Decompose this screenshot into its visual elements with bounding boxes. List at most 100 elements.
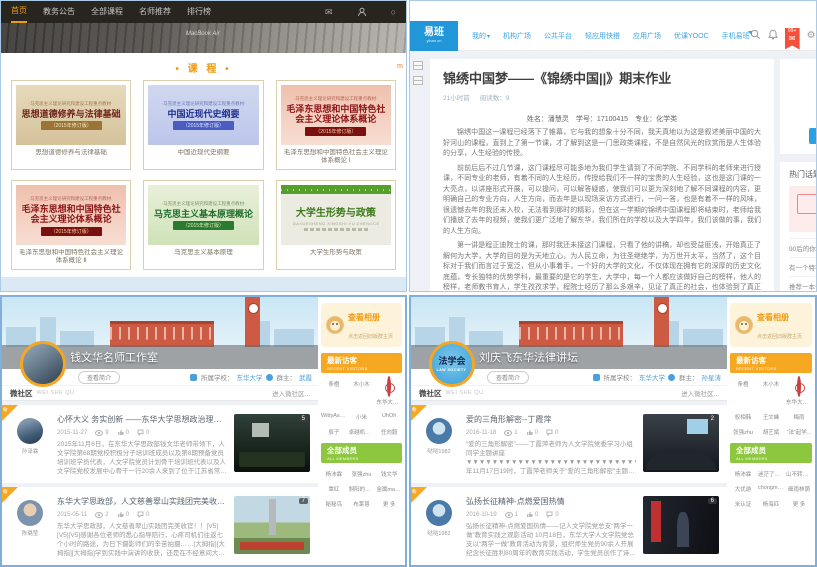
visitor-item[interactable]: 权相韩: [730, 411, 756, 421]
member-item[interactable]: 钱文华: [376, 468, 402, 478]
post-thumbnail[interactable]: 6: [643, 496, 719, 554]
hot-topic-item[interactable]: 推荐一本书，一下子就...: [789, 276, 817, 292]
visitor-item[interactable]: 小米: [349, 411, 375, 421]
bell-icon[interactable]: [768, 27, 778, 45]
more-link[interactable]: m: [397, 63, 403, 70]
author-avatar[interactable]: [426, 500, 452, 526]
view-intro-button[interactable]: 查看简介: [78, 371, 120, 384]
visitor-item[interactable]: 胡艺斌: [758, 426, 784, 436]
visitor-item[interactable]: 东华大学公...: [786, 378, 812, 406]
nav-app-square[interactable]: 应用广场: [633, 31, 661, 41]
nav-all-courses[interactable]: 全部课程: [91, 2, 123, 22]
nav-mobile-yiban[interactable]: 手机易班: [722, 31, 750, 41]
author-name[interactable]: 哒哒1982: [419, 447, 459, 455]
course-card[interactable]: ·马克思主义理论研究和建设工程重点教材· 马克思主义基本原理概论 （2015年修…: [143, 180, 263, 270]
course-card[interactable]: ·马克思主义理论研究和建设工程重点教材· 毛泽东思想和中国特色社会主义理论体系概…: [276, 80, 396, 170]
visitor-item[interactable]: UhOh: [376, 411, 402, 421]
group-avatar[interactable]: 法学会 LAW SOCIETY: [429, 341, 475, 387]
yiban-logo[interactable]: 易班 yiban.cn: [410, 21, 458, 51]
member-item[interactable]: 斜阳的阳光: [349, 483, 375, 493]
post-title[interactable]: 心怀大义 务实创新 ——东华大学思想政治理论实践教育活动: [57, 414, 227, 425]
nav-yooc[interactable]: 优课YOOC: [674, 31, 709, 41]
comment-count[interactable]: 0: [137, 429, 149, 436]
visitor-item[interactable]: 梅雨: [786, 411, 812, 421]
member-item[interactable]: 杨沛霖: [730, 468, 756, 478]
member-item[interactable]: 覃红: [321, 483, 347, 493]
user-icon[interactable]: [357, 7, 367, 17]
mail-icon[interactable]: ✉: [325, 7, 333, 18]
nav-light-apps[interactable]: 轻应用快搭: [585, 31, 620, 41]
author-avatar[interactable]: [17, 418, 43, 444]
like-count[interactable]: 0: [117, 511, 129, 518]
post-thumbnail[interactable]: 7: [234, 496, 310, 554]
nav-ranking[interactable]: 排行榜: [187, 2, 211, 22]
message-ribbon-icon[interactable]: 99+ ✉: [785, 28, 800, 50]
author-name[interactable]: 陈璐莹: [10, 529, 50, 537]
visitor-item[interactable]: 木小木: [349, 378, 375, 406]
comment-count[interactable]: 0: [137, 511, 149, 518]
nav-mine[interactable]: 我的: [472, 31, 490, 41]
course-card[interactable]: ·马克思主义理论研究和建设工程重点教材· 思想道德修养与法律基础 （2015年修…: [11, 80, 131, 170]
post-thumbnail[interactable]: 5: [234, 414, 310, 472]
visitor-item[interactable]: 张强zhu: [730, 426, 756, 436]
visitor-item[interactable]: 条橙: [321, 378, 347, 406]
comment-count[interactable]: 0: [546, 429, 558, 436]
visitor-item[interactable]: 东华大学公...: [376, 378, 402, 406]
comment-count[interactable]: 0: [546, 511, 558, 518]
post-title[interactable]: 东华大学思政部，人文慈善翠山实践团完美收官！！: [57, 496, 227, 507]
course-card[interactable]: ·马克思主义理论研究和建设工程重点教材· 毛泽东思想和中国特色社会主义理论体系概…: [11, 180, 131, 270]
enter-community-link[interactable]: 进入微社区...: [272, 388, 310, 398]
post-title[interactable]: 爱的三角形解密--丁霞萍: [466, 414, 636, 425]
member-item[interactable]: 布莱恩: [349, 498, 375, 508]
post-thumbnail[interactable]: 2: [643, 414, 719, 472]
feedback-icon[interactable]: [413, 76, 423, 85]
hot-topic-item[interactable]: 90后的你开始脱发再生...: [789, 238, 817, 257]
author-name[interactable]: 哒哒1982: [419, 529, 459, 537]
visitor-item[interactable]: WittyAsYou: [321, 411, 347, 421]
course-card[interactable]: ·马克思主义理论研究和建设工程重点教材· 中国近现代史纲要 （2015年修订版）…: [143, 80, 263, 170]
like-count[interactable]: 0: [526, 511, 538, 518]
hot-topic-item[interactable]: 有一个特有的地方是什么...: [789, 257, 817, 276]
like-count[interactable]: 0: [526, 429, 538, 436]
gear-icon[interactable]: ⚙: [807, 31, 816, 41]
nav-announcements[interactable]: 教务公告: [43, 2, 75, 22]
member-item[interactable]: 迷茫了无痕: [758, 468, 784, 478]
nav-home[interactable]: 首页: [11, 1, 27, 23]
visitor-item[interactable]: “法”起学...: [786, 426, 812, 436]
group-avatar[interactable]: [20, 341, 66, 387]
member-item[interactable]: 杨沛霖: [321, 468, 347, 478]
school-link[interactable]: 东华大学: [237, 372, 263, 382]
member-item[interactable]: 大优游: [730, 483, 756, 493]
author-avatar[interactable]: [426, 418, 452, 444]
circle-icon[interactable]: ○: [391, 7, 396, 17]
school-link[interactable]: 东华大学: [639, 372, 665, 382]
visitor-item[interactable]: 条橙: [730, 378, 756, 406]
post-title[interactable]: 弘扬长征精神-点燃爱国热情: [466, 496, 636, 507]
nav-public-platform[interactable]: 公共平台: [544, 31, 572, 41]
view-album-card[interactable]: 查看相册 点击返回旧版群主页: [730, 303, 812, 347]
course-card[interactable]: 大学生形势与政策 DAXUESHENG XINGSHI YU ZHENGCE 大…: [276, 180, 396, 270]
enter-community-link[interactable]: 进入微社区...: [681, 388, 719, 398]
visitor-item[interactable]: 王文峰: [758, 411, 784, 421]
owner-link[interactable]: 武霞: [299, 372, 312, 382]
view-intro-button[interactable]: 查看简介: [487, 371, 529, 384]
author-avatar[interactable]: [17, 500, 43, 526]
visitor-item[interactable]: 木小木: [758, 378, 784, 406]
more-members[interactable]: 更 多: [376, 498, 402, 508]
more-members[interactable]: 更 多: [786, 498, 812, 508]
member-item[interactable]: chongming: [758, 483, 784, 493]
visitor-item[interactable]: 卓越机械1...: [349, 426, 375, 436]
add-friend-button[interactable]: 加为好友: [809, 128, 817, 144]
view-album-card[interactable]: 查看相册 点击返回旧版群主页: [321, 303, 402, 347]
nav-teachers[interactable]: 名师推荐: [139, 2, 171, 22]
member-item[interactable]: 米认证: [730, 498, 756, 508]
author-name[interactable]: 孙泽霖: [10, 447, 50, 455]
member-item[interactable]: 山不转水转: [786, 468, 812, 478]
like-count[interactable]: 0: [117, 429, 129, 436]
member-item[interactable]: 杨海匹: [758, 498, 784, 508]
member-item[interactable]: 张强zhu: [349, 468, 375, 478]
visitor-item[interactable]: 辰子: [321, 426, 347, 436]
owner-link[interactable]: 孙星涛: [702, 372, 722, 382]
nav-org-square[interactable]: 机构广场: [503, 31, 531, 41]
grid-icon[interactable]: [413, 61, 423, 70]
